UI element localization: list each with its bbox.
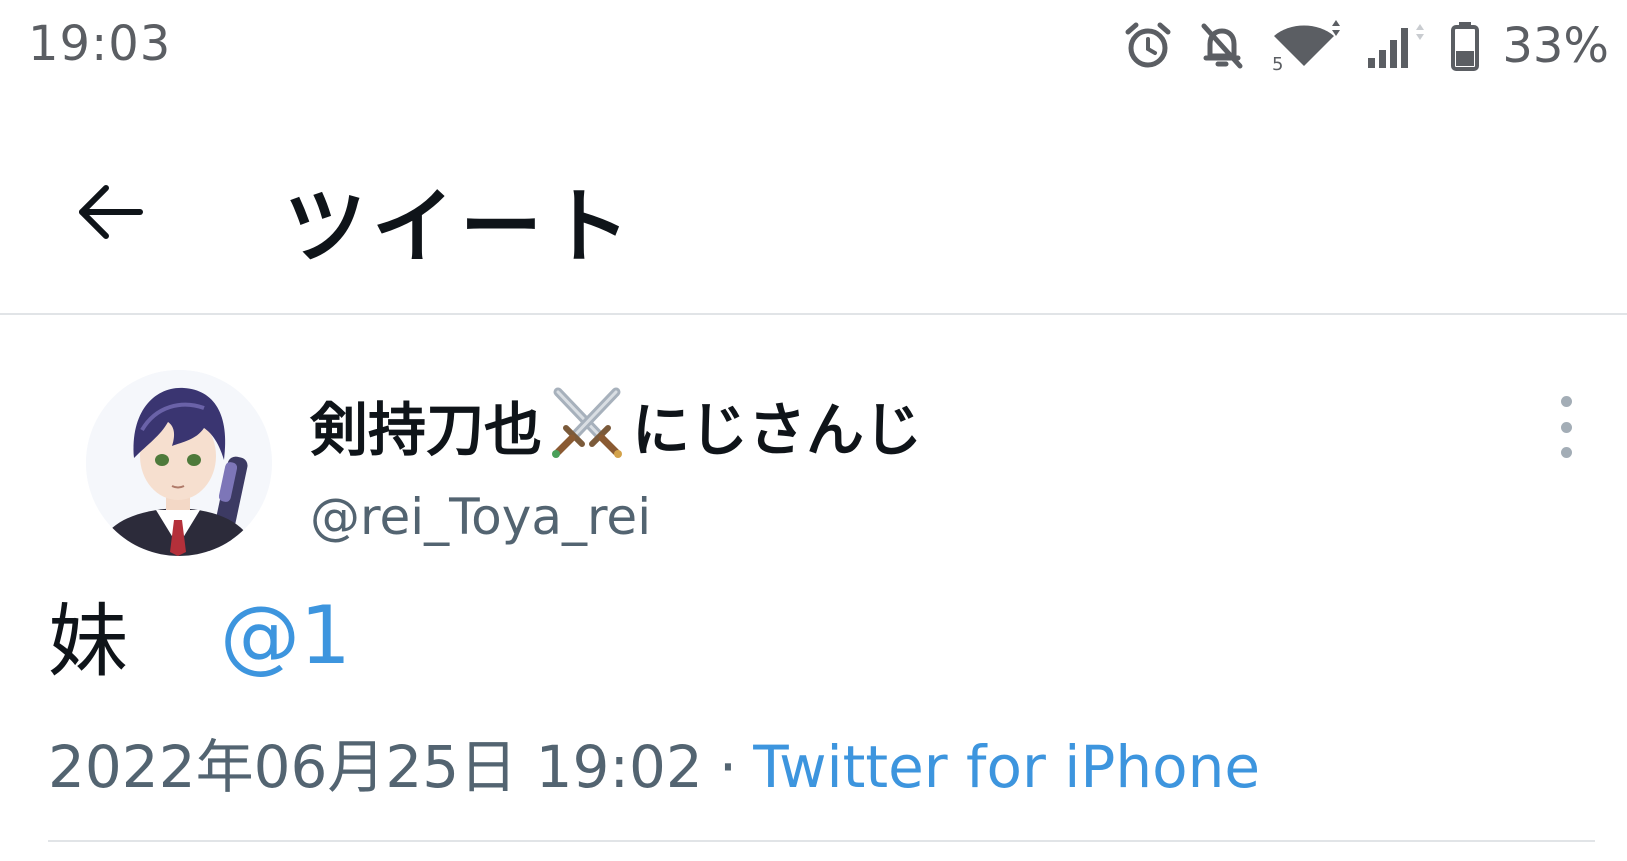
header-divider bbox=[0, 313, 1627, 315]
display-name-suffix: にじさんじ bbox=[632, 396, 923, 464]
alarm-icon bbox=[1122, 20, 1174, 72]
page-title: ツイート bbox=[284, 180, 637, 275]
cellular-signal-icon bbox=[1364, 20, 1428, 72]
battery-icon bbox=[1450, 20, 1480, 72]
back-button[interactable] bbox=[62, 164, 158, 260]
more-options-button[interactable] bbox=[1540, 396, 1592, 458]
tweet-timestamp: 2022年06月25日 19:02 bbox=[48, 733, 703, 801]
display-name-row[interactable]: 剣持刀也 にじさんじ bbox=[310, 385, 922, 465]
content-divider bbox=[48, 840, 1595, 842]
tweet-source-link[interactable]: Twitter for iPhone bbox=[753, 733, 1260, 801]
tweet-detail-screen: 19:03 5 33% ツイート 剣持刀也 にじさんじ @rei_Toya_re… bbox=[0, 0, 1627, 861]
svg-text:5: 5 bbox=[1272, 54, 1283, 72]
tweet-body: 妹 bbox=[48, 595, 128, 688]
crossed-swords-emoji bbox=[552, 387, 623, 458]
notifications-off-icon bbox=[1196, 20, 1248, 72]
tweet-mention-link[interactable]: @1 bbox=[220, 589, 351, 682]
battery-percent: 33% bbox=[1502, 18, 1609, 74]
meta-separator: · bbox=[718, 733, 738, 801]
status-bar: 19:03 5 33% bbox=[0, 0, 1627, 96]
tweet-text: 妹 @1 bbox=[48, 580, 351, 690]
avatar[interactable] bbox=[86, 370, 272, 556]
tweet-meta: 2022年06月25日 19:02 · Twitter for iPhone bbox=[48, 720, 1260, 804]
wifi-icon: 5 bbox=[1270, 20, 1342, 72]
arrow-left-icon bbox=[79, 185, 143, 239]
display-name: 剣持刀也 bbox=[310, 396, 543, 464]
more-vertical-icon bbox=[1560, 396, 1572, 407]
user-handle[interactable]: @rei_Toya_rei bbox=[310, 488, 651, 546]
status-icons: 5 33% bbox=[1122, 14, 1609, 78]
app-header: ツイート bbox=[0, 110, 1627, 310]
status-time: 19:03 bbox=[28, 16, 172, 72]
